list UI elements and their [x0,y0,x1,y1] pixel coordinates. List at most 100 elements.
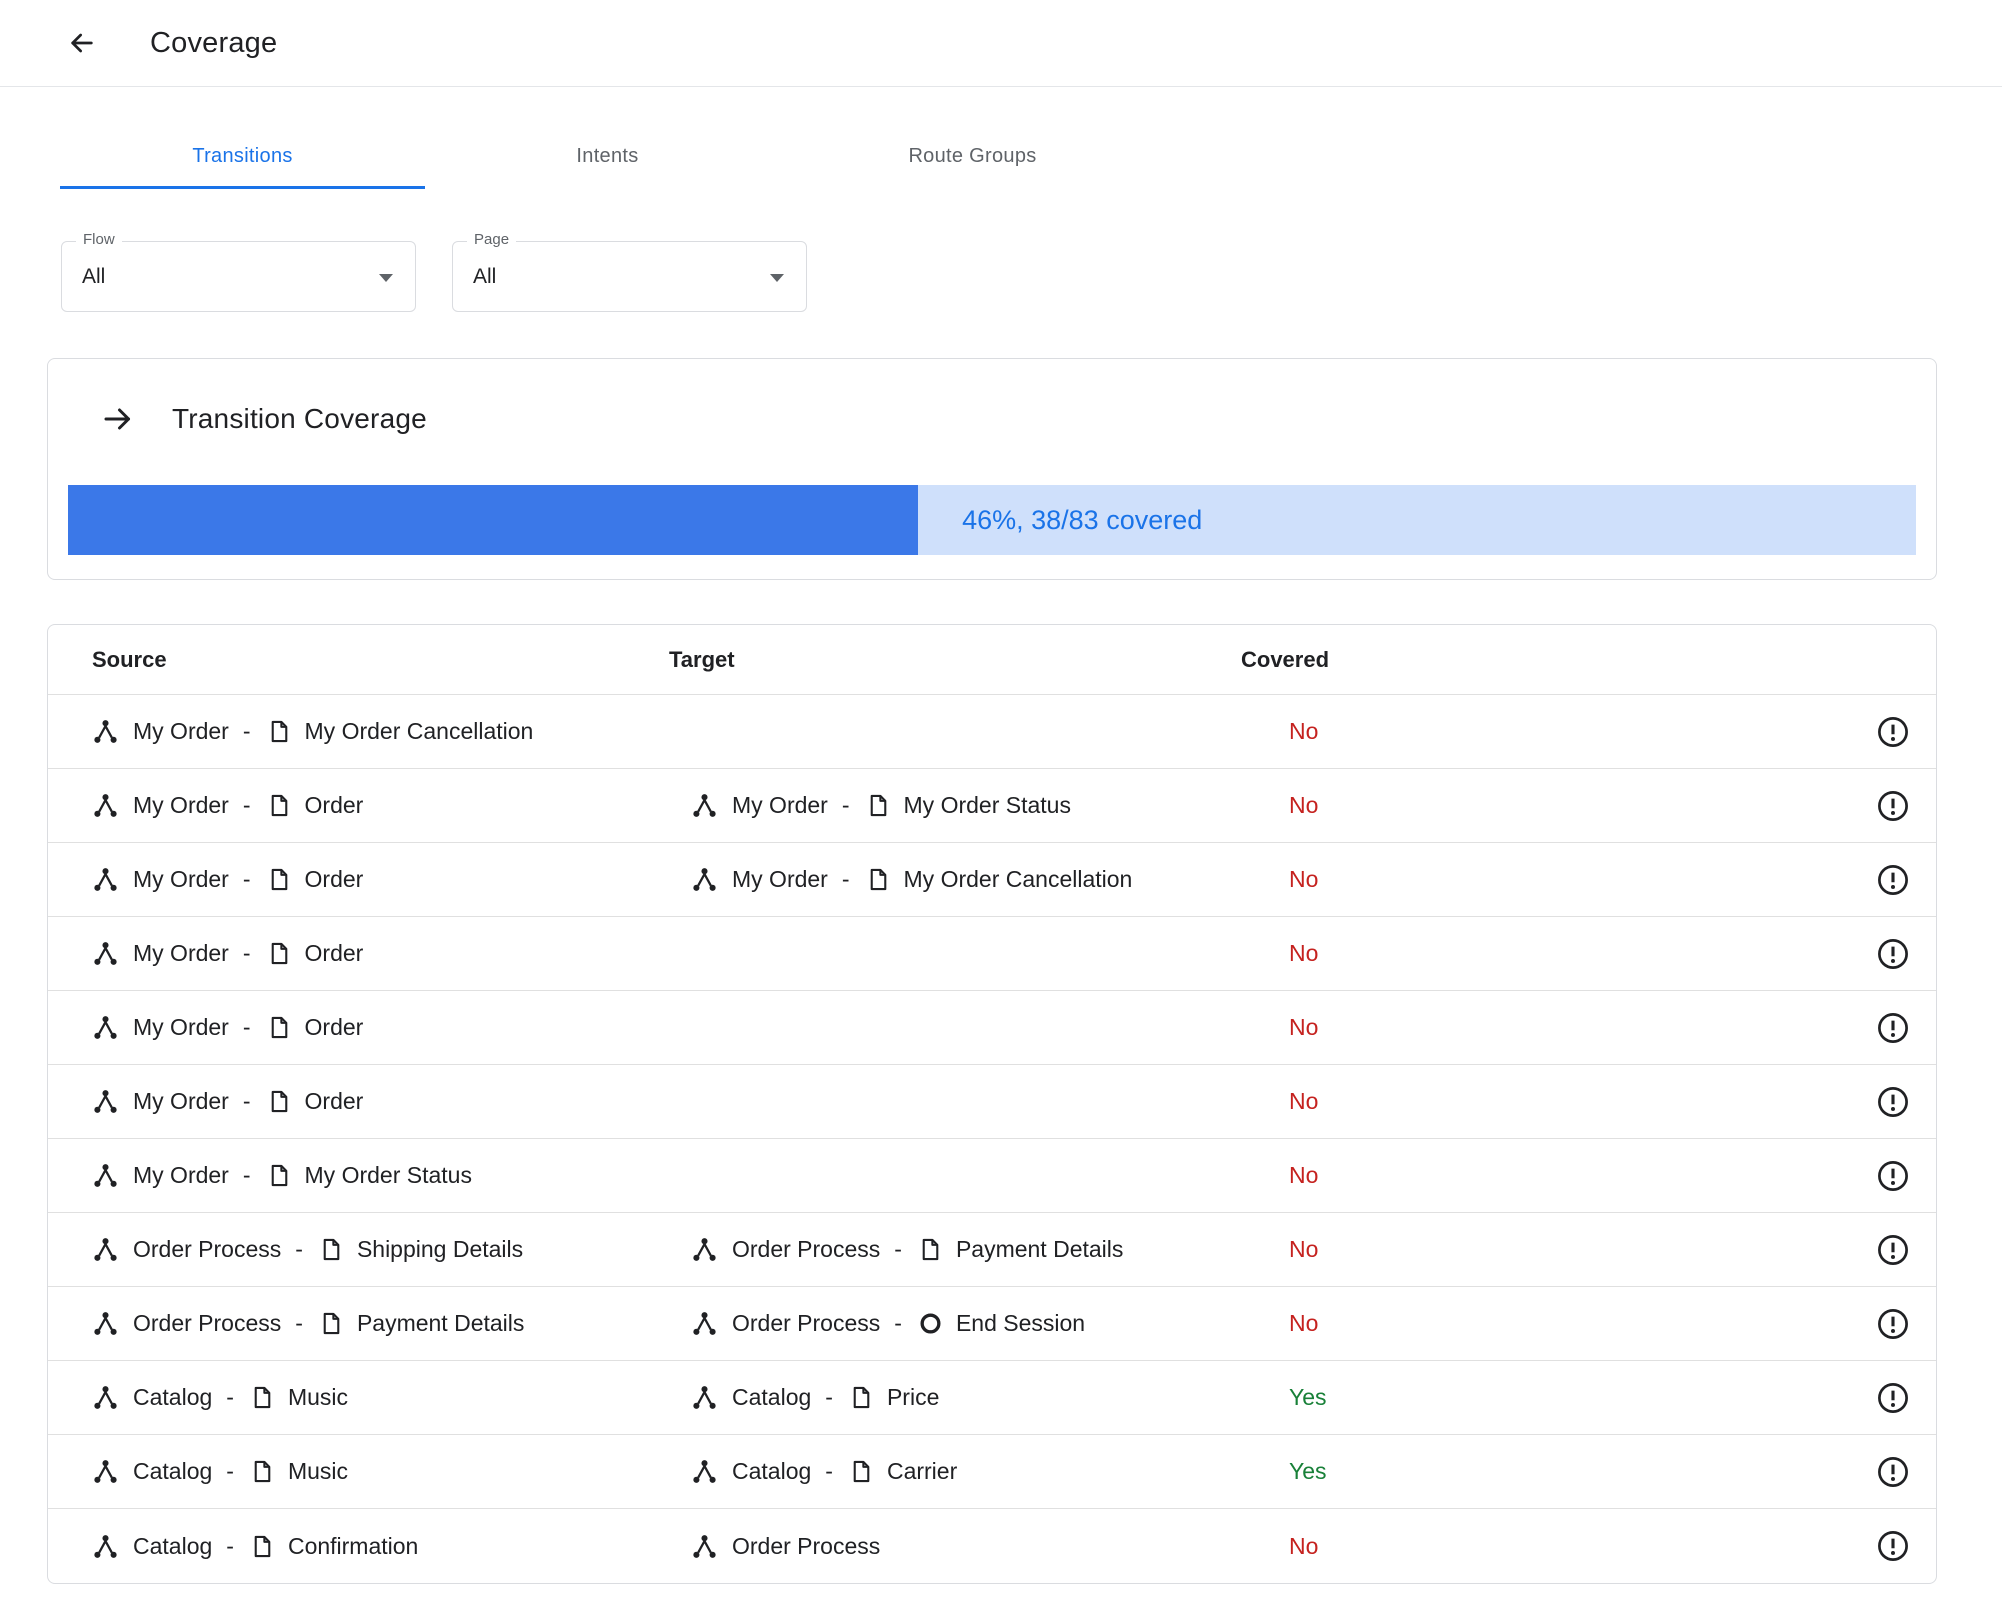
flow-name: My Order [133,866,229,892]
flow-name: Catalog [732,1458,812,1484]
column-header-target: Target [669,646,735,672]
page-name: Order [304,792,364,818]
alert-cell [1870,1085,1910,1119]
flow-filter-select[interactable]: Flow All [61,231,416,312]
flow-name: My Order [133,792,229,818]
covered-value: No [1289,866,1319,892]
flow-name: My Order [732,792,828,818]
separator: - [242,1162,251,1188]
covered-cell: No [1241,1236,1870,1263]
flow-icon [92,1533,133,1560]
source-cell: My Order - Order [92,1014,669,1041]
table-row: My Order - Order [48,991,1936,1065]
alert-icon[interactable] [1876,863,1910,897]
table-row: Catalog - Confirmation Order Process No [48,1509,1936,1583]
page-name: Shipping Details [356,1236,524,1262]
source-ref: My Order - Order [92,1088,363,1115]
separator: - [242,792,251,818]
target-cell: Catalog - Price [669,1384,1241,1411]
page-name: Price [886,1384,940,1410]
separator: - [242,1088,251,1114]
tab-route-groups[interactable]: Route Groups [790,129,1155,189]
alert-icon[interactable] [1876,937,1910,971]
back-button[interactable] [62,23,102,63]
alert-icon[interactable] [1876,1011,1910,1045]
separator: - [894,1236,902,1262]
alert-cell [1870,863,1910,897]
alert-icon[interactable] [1876,1381,1910,1415]
target-ref: Catalog - Carrier [691,1458,957,1485]
dropdown-caret-icon [379,273,393,282]
alert-icon[interactable] [1876,1159,1910,1193]
flow-icon [691,866,732,893]
alert-cell [1870,1455,1910,1489]
page-part: - Order [229,1088,363,1115]
page-name: Music [287,1384,349,1410]
page-name: Order [304,866,364,892]
flow-icon [92,1088,133,1115]
separator: - [295,1236,303,1262]
page-icon [250,1459,288,1484]
coverage-card-title: Transition Coverage [172,403,427,434]
page-icon [267,719,305,744]
transition-arrow-icon [100,401,136,437]
covered-value: Yes [1289,1458,1327,1484]
covered-cell: No [1241,1310,1870,1337]
flow-icon [92,940,133,967]
alert-icon[interactable] [1876,1455,1910,1489]
tab-intents[interactable]: Intents [425,129,790,189]
page-filter-select[interactable]: Page All [452,231,807,312]
source-cell: Order Process - Payment Details [92,1310,669,1337]
flow-icon [92,1014,133,1041]
tab-transitions[interactable]: Transitions [60,129,425,189]
page-icon [267,793,305,818]
source-ref: Catalog - Confirmation [92,1533,418,1560]
separator: - [841,792,850,818]
table-row: My Order - Order [48,843,1936,917]
flow-name: My Order [732,866,828,892]
table-body: My Order - My Order Cancellation No My O… [48,695,1936,1583]
alert-icon[interactable] [1876,1085,1910,1119]
flow-name: Order Process [732,1236,881,1262]
covered-cell: No [1241,940,1870,967]
page-name: Payment Details [356,1310,525,1336]
flow-name: Catalog [133,1384,213,1410]
source-cell: My Order - My Order Status [92,1162,669,1189]
flow-name: My Order [133,1088,229,1114]
table-row: Catalog - Music [48,1435,1936,1509]
page-part: - My Order Cancellation [229,718,533,745]
column-header-covered: Covered [1241,646,1330,672]
alert-icon[interactable] [1876,1307,1910,1341]
target-cell: Order Process - Payment Details [669,1236,1241,1263]
source-cell: My Order - My Order Cancellation [92,718,669,745]
source-cell: Catalog - Confirmation [92,1533,669,1560]
alert-cell [1870,1011,1910,1045]
filter-bar: Flow All Page All [61,231,2002,312]
covered-value: No [1289,1236,1319,1262]
source-cell: Order Process - Shipping Details [92,1236,669,1263]
alert-icon[interactable] [1876,789,1910,823]
flow-name: Order Process [732,1310,881,1336]
alert-icon[interactable] [1876,715,1910,749]
page-icon [250,1385,288,1410]
source-ref: Catalog - Music [92,1384,348,1411]
separator: - [226,1532,234,1559]
separator: - [841,866,850,892]
alert-icon[interactable] [1876,1233,1910,1267]
alert-icon[interactable] [1876,1529,1910,1563]
page-icon [849,1385,887,1410]
page-part: - Order [229,1014,363,1041]
separator: - [825,1458,833,1484]
flow-icon [92,718,133,745]
progress-fill [68,485,919,555]
page-icon [849,1459,887,1484]
covered-value: Yes [1289,1384,1327,1410]
page-part: - My Order Status [229,1162,472,1189]
source-ref: My Order - My Order Status [92,1162,472,1189]
covered-value: No [1289,1532,1319,1559]
flow-name: My Order [133,718,229,744]
page-icon [267,1015,305,1040]
flow-icon [691,1458,732,1485]
page-title: Coverage [150,26,278,59]
alert-cell [1870,1307,1910,1341]
